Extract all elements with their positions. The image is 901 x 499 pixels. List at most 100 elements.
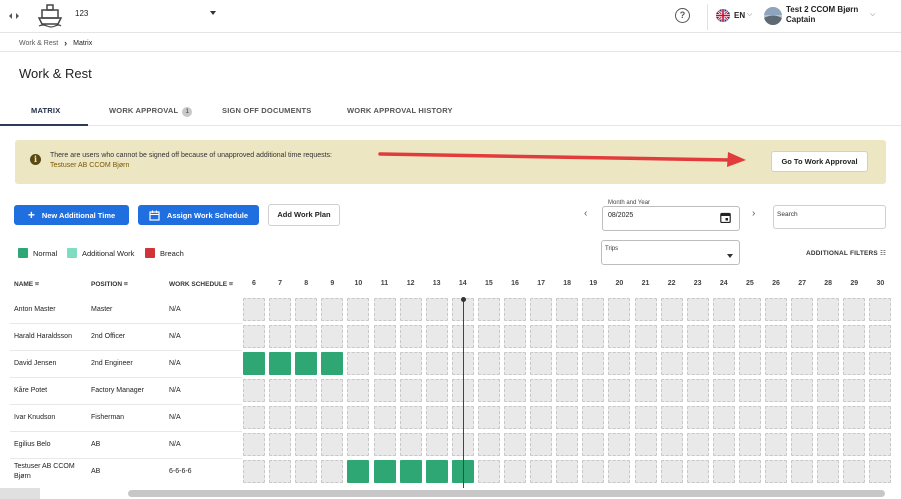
day-cell[interactable] — [373, 433, 396, 456]
day-cell[interactable] — [269, 460, 292, 483]
day-cell[interactable] — [399, 325, 422, 348]
day-cell[interactable] — [477, 460, 500, 483]
day-cell[interactable] — [347, 379, 370, 402]
day-cell-normal[interactable] — [399, 460, 422, 483]
day-cell[interactable] — [582, 325, 605, 348]
day-cell[interactable] — [869, 406, 892, 429]
day-cell[interactable] — [504, 379, 526, 402]
day-cell[interactable] — [399, 379, 422, 402]
chevron-down-icon[interactable]: ⌵ — [747, 11, 752, 19]
day-cell[interactable] — [634, 433, 657, 456]
day-cell[interactable] — [556, 352, 579, 375]
day-cell[interactable] — [843, 379, 866, 402]
day-cell[interactable] — [738, 325, 761, 348]
day-cell[interactable] — [686, 352, 709, 375]
day-cell[interactable] — [765, 352, 787, 375]
day-cell[interactable] — [608, 298, 631, 321]
day-cell[interactable] — [504, 433, 526, 456]
day-cell[interactable] — [399, 433, 422, 456]
day-cell-normal[interactable] — [321, 352, 344, 375]
day-cell[interactable] — [765, 379, 787, 402]
day-cell[interactable] — [686, 460, 709, 483]
day-cell[interactable] — [347, 406, 370, 429]
day-cell[interactable] — [373, 406, 396, 429]
sidebar-toggle-icon[interactable] — [8, 10, 20, 22]
day-cell[interactable] — [791, 379, 814, 402]
day-cell[interactable] — [556, 433, 579, 456]
day-cell[interactable] — [582, 379, 605, 402]
row-name[interactable]: David Jensen — [14, 360, 56, 367]
tab-matrix[interactable]: MATRIX — [31, 106, 60, 115]
add-work-plan-button[interactable]: Add Work Plan — [268, 204, 340, 226]
day-cell[interactable] — [634, 379, 657, 402]
day-cell[interactable] — [738, 460, 761, 483]
day-cell[interactable] — [712, 352, 735, 375]
day-cell[interactable] — [765, 298, 787, 321]
avatar[interactable] — [764, 7, 782, 25]
day-cell[interactable] — [738, 433, 761, 456]
user-name[interactable]: Test 2 CCOM Bjørn — [786, 5, 858, 14]
day-cell[interactable] — [504, 298, 526, 321]
day-cell[interactable] — [869, 433, 892, 456]
day-cell[interactable] — [530, 433, 553, 456]
day-cell[interactable] — [686, 298, 709, 321]
day-cell[interactable] — [295, 460, 318, 483]
day-cell[interactable] — [582, 406, 605, 429]
day-cell[interactable] — [425, 406, 448, 429]
scrollbar-thumb[interactable] — [128, 490, 885, 497]
day-cell[interactable] — [504, 460, 526, 483]
day-cell[interactable] — [817, 460, 840, 483]
chevron-down-icon[interactable] — [727, 254, 733, 258]
day-cell-normal[interactable] — [269, 352, 292, 375]
day-cell[interactable] — [477, 325, 500, 348]
day-cell[interactable] — [712, 325, 735, 348]
day-cell[interactable] — [712, 298, 735, 321]
day-cell[interactable] — [399, 352, 422, 375]
day-cell[interactable] — [295, 325, 318, 348]
day-cell[interactable] — [817, 325, 840, 348]
day-cell[interactable] — [843, 325, 866, 348]
day-cell[interactable] — [556, 460, 579, 483]
day-cell[interactable] — [582, 352, 605, 375]
day-cell[interactable] — [608, 325, 631, 348]
day-cell[interactable] — [477, 298, 500, 321]
day-cell[interactable] — [660, 352, 683, 375]
day-cell[interactable] — [373, 379, 396, 402]
language-selector[interactable]: EN — [734, 11, 745, 20]
day-cell[interactable] — [582, 298, 605, 321]
new-additional-time-button[interactable]: + New Additional Time — [14, 205, 129, 225]
help-icon[interactable]: ? — [675, 8, 690, 23]
day-cell[interactable] — [347, 433, 370, 456]
day-cell[interactable] — [530, 406, 553, 429]
day-cell[interactable] — [712, 406, 735, 429]
day-cell[interactable] — [634, 406, 657, 429]
day-cell[interactable] — [765, 406, 787, 429]
day-cell[interactable] — [791, 433, 814, 456]
chevron-down-icon[interactable]: ⌵ — [870, 11, 875, 19]
row-name[interactable]: Egilius Belo — [14, 441, 51, 448]
day-cell[interactable] — [660, 406, 683, 429]
day-cell[interactable] — [399, 298, 422, 321]
day-cell[interactable] — [243, 433, 265, 456]
day-cell[interactable] — [634, 298, 657, 321]
day-cell[interactable] — [530, 379, 553, 402]
day-cell[interactable] — [504, 325, 526, 348]
day-cell[interactable] — [843, 298, 866, 321]
day-cell[interactable] — [556, 406, 579, 429]
day-cell[interactable] — [791, 460, 814, 483]
day-cell[interactable] — [686, 379, 709, 402]
day-cell[interactable] — [660, 379, 683, 402]
day-cell[interactable] — [295, 406, 318, 429]
month-year-value[interactable]: 08/2025 — [608, 212, 633, 219]
assign-work-schedule-button[interactable]: Assign Work Schedule — [138, 205, 259, 225]
day-cell[interactable] — [608, 352, 631, 375]
additional-filters-button[interactable]: ADDITIONAL FILTERS ☷ — [806, 249, 886, 257]
day-cell[interactable] — [477, 406, 500, 429]
day-cell[interactable] — [321, 379, 344, 402]
day-cell[interactable] — [425, 379, 448, 402]
day-cell[interactable] — [295, 433, 318, 456]
day-cell[interactable] — [243, 298, 265, 321]
day-cell[interactable] — [608, 460, 631, 483]
day-cell[interactable] — [634, 460, 657, 483]
day-cell[interactable] — [425, 298, 448, 321]
